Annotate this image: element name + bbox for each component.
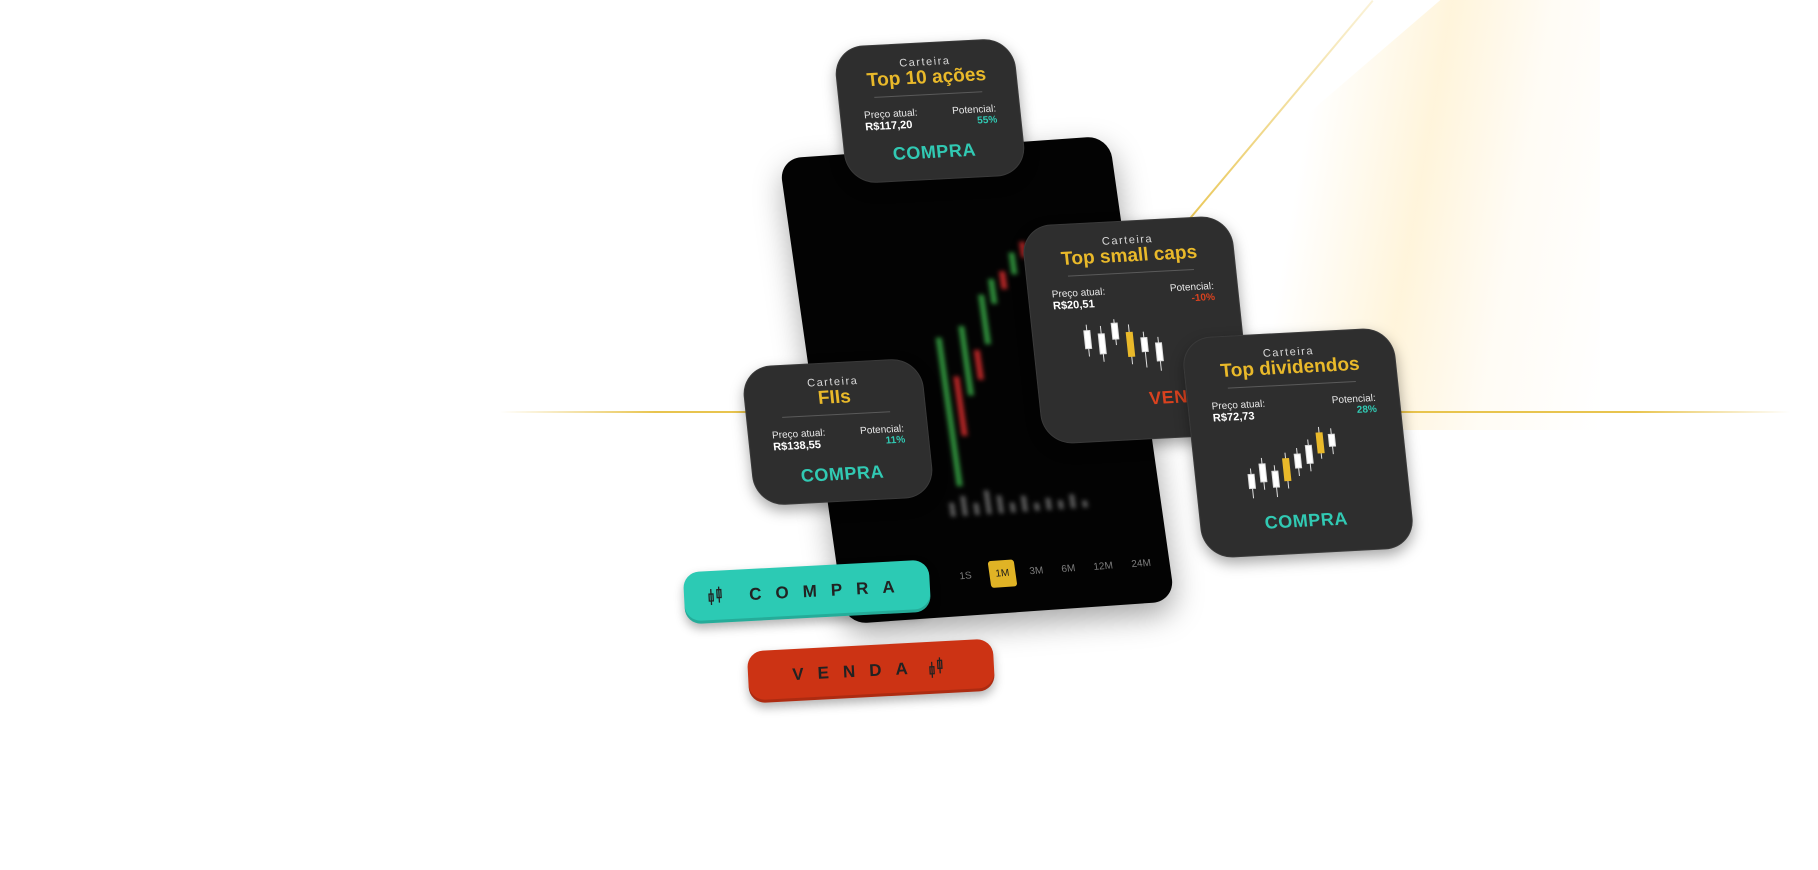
price-value: R$117,20	[864, 118, 914, 134]
potential-value: 11%	[885, 434, 906, 447]
divider	[874, 91, 983, 98]
potential-value: -10%	[1191, 291, 1216, 305]
price-value: R$72,73	[1212, 410, 1256, 425]
divider	[1228, 380, 1356, 389]
card-top-10-acoes: Carteira Top 10 ações Preço atual: R$117…	[832, 37, 1028, 185]
price-value: R$138,55	[772, 438, 822, 454]
card-action-label: COMPRA	[891, 139, 977, 164]
compra-label: COMPRA	[748, 576, 910, 605]
card-action-label: COMPRA	[799, 461, 885, 486]
venda-label: VENDA	[791, 658, 923, 685]
phone-tab: 6M	[1060, 563, 1077, 576]
phone-tab: 24M	[1130, 557, 1152, 571]
phone-tab: 1S	[958, 570, 973, 583]
venda-button[interactable]: VENDA	[746, 638, 996, 704]
candlestick-icon	[928, 657, 943, 678]
candlestick-icon	[708, 586, 723, 606]
potential-value: 28%	[1356, 403, 1378, 416]
phone-tab-active: 1M	[987, 559, 1018, 588]
price-value: R$20,51	[1052, 298, 1096, 313]
card-action-label: COMPRA	[1263, 508, 1349, 533]
divider	[782, 411, 891, 418]
card-top-dividendos: Carteira Top dividendos Preço atual: R$7…	[1180, 327, 1416, 559]
hero-illustration: 1S 1M 3M 6M 12M 24M Carteira Top 10 açõe…	[0, 0, 1818, 870]
potential-value: 55%	[976, 114, 998, 127]
phone-tab: 12M	[1092, 560, 1114, 573]
mini-candlestick-chart	[1247, 426, 1337, 499]
divider	[1067, 269, 1195, 277]
card-fiis: Carteira FIIs Preço atual: R$138,55 Pote…	[740, 357, 936, 507]
phone-tab: 3M	[1028, 565, 1045, 578]
